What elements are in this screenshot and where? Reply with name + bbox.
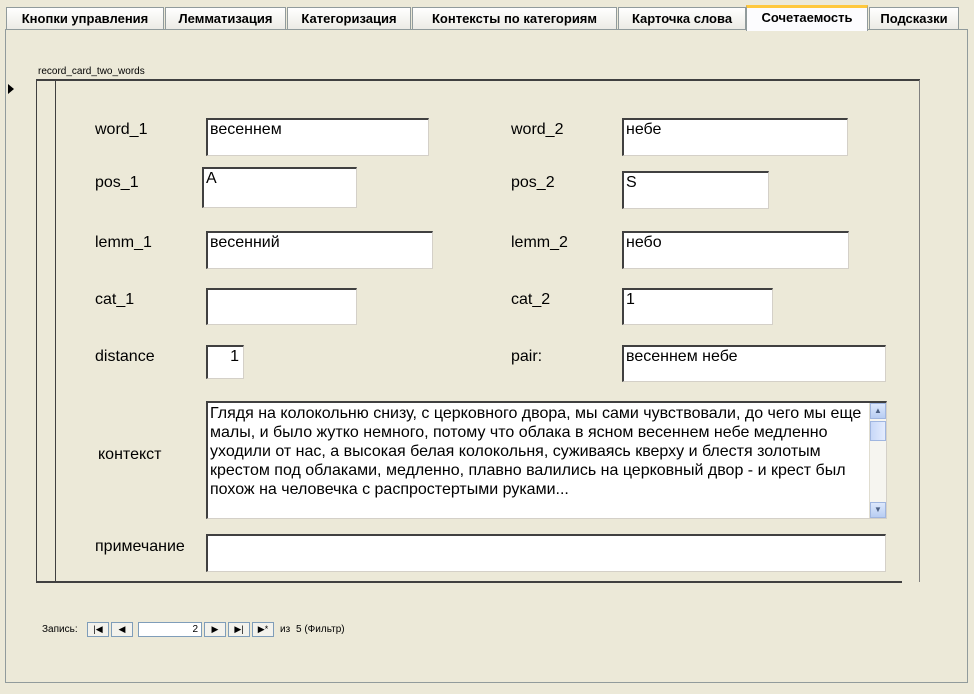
lemm-2-label: lemm_2 — [511, 234, 568, 251]
pos-2-label: pos_2 — [511, 174, 555, 191]
pos-2-field[interactable]: S — [622, 171, 769, 209]
navigator-label: Запись: — [42, 624, 78, 635]
word-2-field[interactable]: небе — [622, 118, 848, 156]
lemm-2-field[interactable]: небо — [622, 231, 849, 269]
form-right-border — [919, 80, 920, 582]
cat-1-label: cat_1 — [95, 291, 135, 308]
context-label: контекст — [98, 446, 162, 463]
previous-record-button[interactable]: ◀ — [111, 622, 133, 637]
note-field[interactable] — [206, 534, 886, 572]
tab-categorization[interactable]: Категоризация — [287, 7, 411, 29]
note-label: примечание — [95, 538, 185, 555]
tab-word-card[interactable]: Карточка слова — [618, 7, 746, 29]
current-record-arrow-icon — [8, 84, 14, 94]
cat-1-field[interactable] — [206, 288, 357, 325]
navigator-total: 5 (Фильтр) — [296, 624, 345, 635]
word-1-field[interactable]: весеннем — [206, 118, 429, 156]
tab-hints[interactable]: Подсказки — [869, 7, 959, 29]
tab-collocation[interactable]: Сочетаемость — [746, 5, 868, 31]
cat-2-field[interactable]: 1 — [622, 288, 773, 325]
scroll-thumb[interactable] — [870, 421, 886, 441]
pair-label: pair: — [511, 348, 543, 365]
next-record-button[interactable]: ▶ — [204, 622, 226, 637]
navigator-of-label: из — [280, 624, 291, 635]
context-textarea[interactable]: Глядя на колокольню снизу, с церковного … — [206, 401, 887, 519]
current-record-field[interactable]: 2 — [138, 622, 202, 637]
new-record-button[interactable]: ▶* — [252, 622, 274, 637]
scroll-down-icon[interactable]: ▼ — [870, 502, 886, 518]
word-1-label: word_1 — [95, 121, 148, 138]
context-text: Глядя на колокольню снизу, с церковного … — [210, 405, 862, 498]
context-scrollbar[interactable]: ▲ ▼ — [869, 403, 886, 518]
tab-lemmatization[interactable]: Лемматизация — [165, 7, 286, 29]
tab-control-buttons[interactable]: Кнопки управления — [6, 7, 164, 29]
lemm-1-label: lemm_1 — [95, 234, 152, 251]
record-selector[interactable] — [36, 80, 56, 582]
distance-field[interactable]: 1 — [206, 345, 244, 379]
last-record-button[interactable]: ▶| — [228, 622, 250, 637]
form-caption: record_card_two_words — [38, 66, 145, 77]
tab-contexts-by-category[interactable]: Контексты по категориям — [412, 7, 617, 29]
distance-label: distance — [95, 348, 155, 365]
form-bottom-border — [36, 581, 902, 583]
first-record-button[interactable]: |◀ — [87, 622, 109, 637]
pos-1-field[interactable]: A — [202, 167, 357, 208]
word-2-label: word_2 — [511, 121, 564, 138]
pair-field[interactable]: весеннем небе — [622, 345, 886, 382]
cat-2-label: cat_2 — [511, 291, 551, 308]
pos-1-label: pos_1 — [95, 174, 139, 191]
lemm-1-field[interactable]: весенний — [206, 231, 433, 269]
scroll-up-icon[interactable]: ▲ — [870, 403, 886, 419]
tab-strip: Кнопки управления Лемматизация Категориз… — [0, 0, 974, 31]
